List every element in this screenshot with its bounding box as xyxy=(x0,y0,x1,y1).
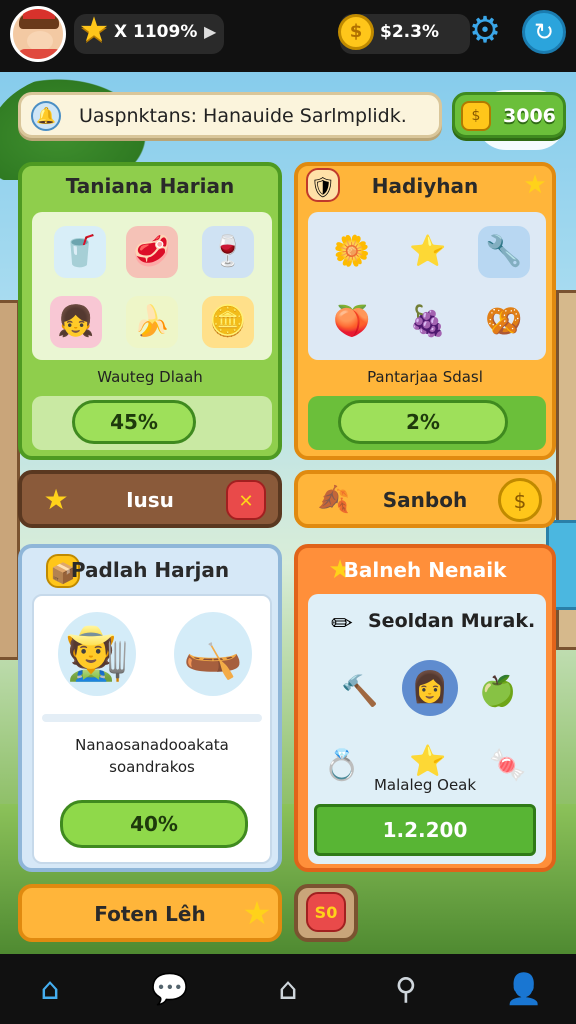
panel-label: Wauteg Dlaah xyxy=(97,368,203,386)
pretzel-icon[interactable]: 🥨 xyxy=(478,296,530,348)
progress-track: 45% xyxy=(32,396,272,450)
banana-icon[interactable]: 🍌 xyxy=(126,296,178,348)
coin-icon: $ xyxy=(498,478,542,522)
iusu-button[interactable]: ★ Iusu ✕ xyxy=(18,470,282,528)
progress-bar[interactable]: 40% xyxy=(60,800,248,848)
foten-leh-button[interactable]: Foten Lêh ★ xyxy=(18,884,282,942)
girl-icon[interactable]: 👩 xyxy=(402,660,458,716)
panel-title: Balneh Nenaik xyxy=(343,558,507,582)
sanboh-button[interactable]: 🍂 Sanboh $ xyxy=(294,470,556,528)
coins-value: $2.3% xyxy=(380,22,439,42)
apple-icon[interactable]: 🍏 xyxy=(472,666,524,718)
panel-item-grid: 🥤 🥩 🍷 👧 🍌 🪙 xyxy=(32,212,272,360)
refresh-icon[interactable]: ↻ xyxy=(522,10,566,54)
badge-button[interactable]: S0 xyxy=(294,884,358,942)
stars-value: X 1109% xyxy=(114,22,198,42)
sun-icon[interactable]: 🌼 xyxy=(326,226,378,278)
bonus-value: 3006 xyxy=(503,105,556,127)
tools-icon[interactable]: 🔨 xyxy=(334,666,386,718)
value-bar[interactable]: 1.2.200 xyxy=(314,804,536,856)
glass-icon[interactable]: 🍷 xyxy=(202,226,254,278)
star-icon: ★ xyxy=(78,10,110,50)
wand-star-icon: ★ xyxy=(242,894,272,932)
progress-value: 40% xyxy=(130,812,178,836)
panel-balneh-nenaik[interactable]: ★ Balneh Nenaik ✏ Seoldan Murak. 🔨 👩 🍏 💍… xyxy=(294,544,556,872)
gear-icon[interactable]: ⚙ xyxy=(466,12,504,50)
value-text: 1.2.200 xyxy=(382,818,468,842)
progress-track: 2% xyxy=(308,396,546,450)
panel-title: Taniana Harian xyxy=(65,174,235,198)
cup-icon[interactable]: 🥤 xyxy=(54,226,106,278)
coin-stack-icon: $ xyxy=(461,101,491,131)
mango-icon[interactable]: 🍑 xyxy=(326,296,378,348)
note-icon: ✏ xyxy=(331,609,353,639)
panel-taniana-harian[interactable]: Taniana Harian 🥤 🥩 🍷 👧 🍌 🪙 Wauteg Dlaah … xyxy=(18,162,282,460)
home-icon[interactable]: ⌂ xyxy=(26,966,74,1014)
panel-padlah-harjan[interactable]: 📦 Padlah Harjan 🧑‍🌾 🛶 Nanaosanadooakata … xyxy=(18,544,282,872)
progress-value: 2% xyxy=(406,410,440,434)
coin-item-icon[interactable]: 🪙 xyxy=(202,296,254,348)
badge-label: S0 xyxy=(306,892,346,932)
bell-icon: 🔔 xyxy=(31,101,61,131)
panel-title: Hadiyhan xyxy=(371,174,479,198)
panel-item-grid: 🌼 ⭐ 🔧 🍑 🍇 🥨 xyxy=(308,212,546,360)
top-bar: ★ X 1109% ▶ $ $2.3% ⚙ ↻ xyxy=(0,0,576,72)
progress-value: 45% xyxy=(110,410,158,434)
house-icon[interactable]: ⌂ xyxy=(264,966,312,1014)
description-line-2: soandrakos xyxy=(109,758,195,776)
panel-subtitle: Seoldan Murak. xyxy=(368,610,536,632)
bottom-nav: ⌂ 💬 ⌂ ⚲ 👤 xyxy=(0,954,576,1024)
chevron-right-icon[interactable]: ▶ xyxy=(204,22,216,41)
farmer-icon[interactable]: 🧑‍🌾 xyxy=(58,612,136,696)
panel-content: 🧑‍🌾 🛶 Nanaosanadooakata soandrakos 40% xyxy=(32,594,272,864)
banner-text: Uaspnktans: Hanauide Sarlmplidk. xyxy=(79,105,407,127)
description-line-1: Nanaosanadooakata xyxy=(75,736,229,754)
panel-label: Pantarjaa Sdasl xyxy=(367,368,483,386)
progress-bar: 45% xyxy=(72,400,196,444)
boat-icon[interactable]: 🛶 xyxy=(174,612,252,696)
player-avatar[interactable] xyxy=(10,6,66,62)
profile-icon[interactable]: 👤 xyxy=(500,966,548,1014)
bonus-button[interactable]: $ 3006 xyxy=(452,92,566,138)
coin-icon: $ xyxy=(338,14,374,50)
chat-icon[interactable]: 💬 xyxy=(146,966,194,1014)
house-right xyxy=(556,290,576,650)
panel-hadiyhan[interactable]: 🛡 Hadiyhan ★ 🌼 ⭐ 🔧 🍑 🍇 🥨 Pantarjaa Sdasl… xyxy=(294,162,556,460)
panel-label: Malaleg Oeak xyxy=(373,776,477,794)
house-left xyxy=(0,300,20,660)
star-icon: ★ xyxy=(523,170,547,200)
divider xyxy=(42,714,262,722)
avatar-face xyxy=(27,31,53,51)
grapes-icon[interactable]: 🍇 xyxy=(402,296,454,348)
blue-star-icon[interactable]: ⭐ xyxy=(402,226,454,278)
tool-icon[interactable]: 🔧 xyxy=(478,226,530,278)
progress-bar: 2% xyxy=(338,400,508,444)
badge-icon: ✕ xyxy=(226,480,266,520)
search-icon[interactable]: ⚲ xyxy=(382,966,430,1014)
panel-title: Padlah Harjan xyxy=(70,558,230,582)
avatar-cap xyxy=(23,9,55,19)
announcement-banner[interactable]: 🔔 Uaspnktans: Hanauide Sarlmplidk. xyxy=(18,92,442,138)
girl-icon[interactable]: 👧 xyxy=(50,296,102,348)
meat-icon[interactable]: 🥩 xyxy=(126,226,178,278)
avatar-shirt xyxy=(17,49,63,59)
